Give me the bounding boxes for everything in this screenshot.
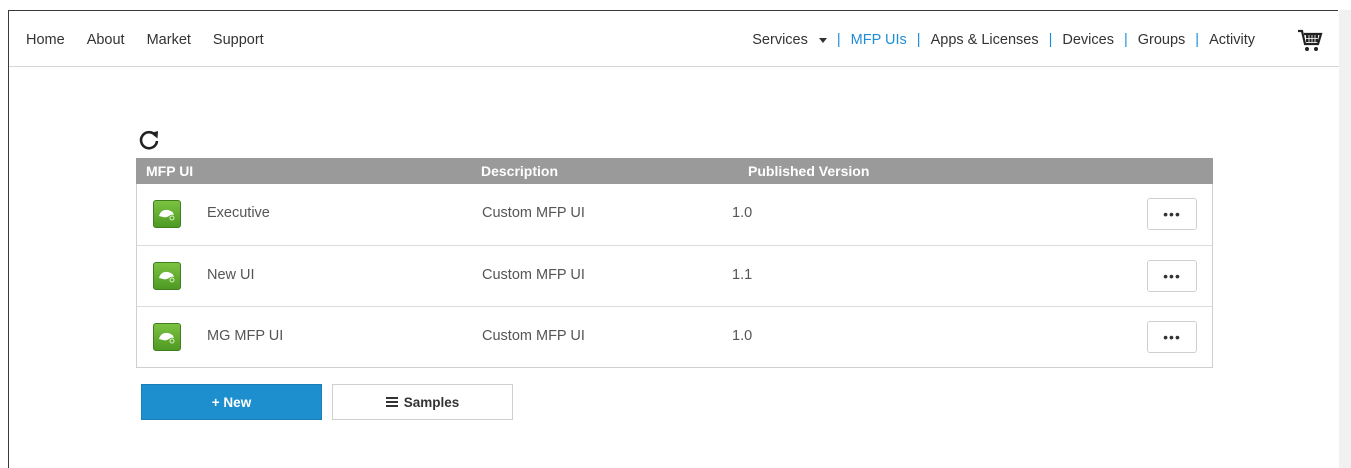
list-icon (385, 397, 398, 407)
more-options-button[interactable]: ••• (1147, 260, 1197, 292)
mfp-ui-description: Custom MFP UI (482, 267, 585, 283)
vertical-scrollbar[interactable] (1339, 10, 1351, 468)
nav-groups[interactable]: Groups (1138, 32, 1186, 48)
nav-separator: | (1048, 32, 1053, 48)
column-header-description: Description (481, 163, 559, 179)
nav-support[interactable]: Support (213, 32, 264, 48)
nav-separator: | (1123, 32, 1128, 48)
new-button[interactable]: + New (141, 384, 322, 420)
samples-button[interactable]: Samples (332, 384, 513, 420)
mfp-ui-name: Executive (207, 205, 270, 221)
top-navigation: Home About Market Support Services | MFP… (9, 11, 1339, 67)
mfp-ui-description: Custom MFP UI (482, 205, 585, 221)
services-nav: Services | MFP UIs | Apps & Licenses | D… (752, 32, 1255, 48)
nav-market[interactable]: Market (147, 32, 191, 48)
mfp-ui-name: New UI (207, 267, 255, 283)
services-dropdown[interactable]: Services (752, 32, 827, 48)
nav-separator: | (1195, 32, 1200, 48)
column-header-published-version: Published Version (748, 163, 870, 179)
table-row[interactable]: MG MFP UI Custom MFP UI 1.0 ••• (137, 306, 1212, 367)
table-header: MFP UI Description Published Version (136, 158, 1213, 184)
nav-activity[interactable]: Activity (1209, 32, 1255, 48)
table-row[interactable]: Executive Custom MFP UI 1.0 ••• (137, 184, 1212, 245)
primary-nav: Home About Market Support (26, 32, 286, 48)
nav-about[interactable]: About (87, 32, 125, 48)
chameleon-icon (153, 323, 181, 351)
table-row[interactable]: New UI Custom MFP UI 1.1 ••• (137, 245, 1212, 306)
table-body: Executive Custom MFP UI 1.0 ••• New UI C… (136, 184, 1213, 368)
shopping-cart-icon[interactable] (1297, 29, 1323, 53)
column-header-mfp-ui: MFP UI (146, 163, 194, 179)
mfp-ui-version: 1.0 (732, 328, 753, 344)
refresh-icon[interactable] (138, 129, 160, 151)
chameleon-icon (153, 200, 181, 228)
mfp-ui-description: Custom MFP UI (482, 328, 585, 344)
mfp-ui-table: MFP UI Description Published Version Exe… (136, 158, 1213, 368)
nav-devices[interactable]: Devices (1062, 32, 1114, 48)
chameleon-icon (153, 262, 181, 290)
samples-label: Samples (403, 394, 460, 410)
mfp-ui-version: 1.1 (732, 267, 753, 283)
nav-home[interactable]: Home (26, 32, 65, 48)
nav-apps-licenses[interactable]: Apps & Licenses (931, 32, 1039, 48)
nav-separator: | (836, 32, 841, 48)
nav-mfp-uis[interactable]: MFP UIs (851, 32, 907, 48)
more-options-button[interactable]: ••• (1147, 321, 1197, 353)
mfp-ui-name: MG MFP UI (207, 328, 284, 344)
chevron-down-icon (818, 37, 827, 43)
nav-separator: | (916, 32, 921, 48)
more-options-button[interactable]: ••• (1147, 198, 1197, 230)
mfp-ui-version: 1.0 (732, 205, 753, 221)
app-frame: Home About Market Support Services | MFP… (8, 10, 1339, 468)
services-label: Services (752, 32, 808, 48)
